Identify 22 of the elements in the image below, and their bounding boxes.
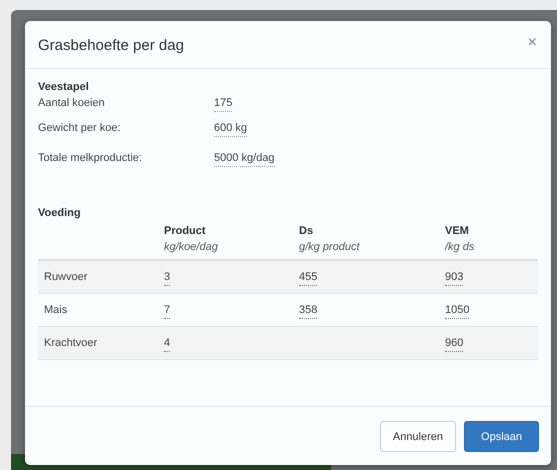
editable-value[interactable]: 5000 kg/dag xyxy=(214,150,275,166)
row-label: Krachtvoer xyxy=(44,337,98,349)
save-button[interactable]: Opslaan xyxy=(464,421,539,452)
section-heading: Veestapel xyxy=(38,81,90,93)
field-label: Aantal koeien xyxy=(38,97,106,109)
field-label: Gewicht per koe: xyxy=(38,122,122,134)
editable-value[interactable]: 7 xyxy=(164,302,170,319)
editable-value[interactable]: 1050 xyxy=(445,302,470,319)
row-label: Ruwvoer xyxy=(44,271,88,283)
editable-value[interactable]: 4 xyxy=(164,335,170,352)
editable-value[interactable]: 960 xyxy=(445,335,464,352)
editable-value[interactable]: 175 xyxy=(214,94,232,112)
row-label: Mais xyxy=(44,304,68,316)
cancel-button[interactable]: Annuleren xyxy=(380,421,456,452)
field-label: Totale melkproductie: xyxy=(38,152,143,164)
editable-value[interactable]: 600 kg xyxy=(214,120,248,136)
editable-value[interactable]: 903 xyxy=(445,269,464,286)
editable-value[interactable]: 455 xyxy=(299,269,318,286)
section-heading: Voeding xyxy=(38,207,82,219)
dialog-title: Grasbehoefte per dag xyxy=(38,37,184,54)
editable-value[interactable]: 3 xyxy=(164,269,170,286)
editable-value[interactable]: 358 xyxy=(299,302,318,319)
